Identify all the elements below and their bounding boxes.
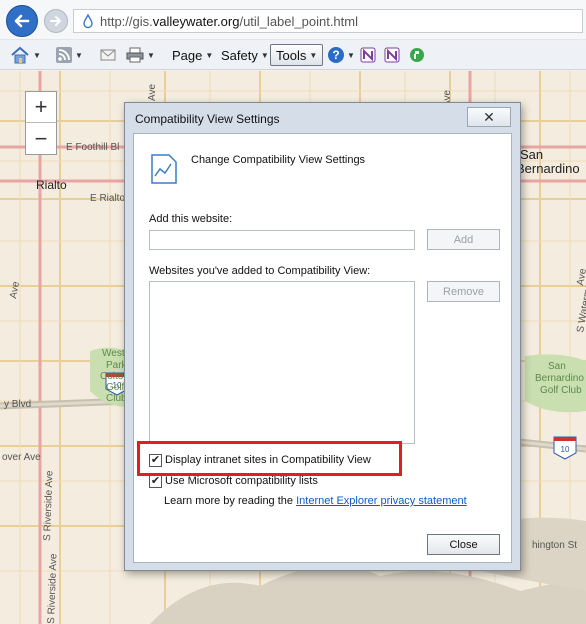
back-button[interactable] xyxy=(6,5,38,37)
safety-menu-label: Safety xyxy=(221,47,258,63)
map-label: Bernardino xyxy=(535,373,584,384)
annotation-highlight-box xyxy=(137,441,402,476)
zoom-out-button[interactable]: − xyxy=(26,123,56,154)
map-label: Golf xyxy=(106,382,125,393)
dialog-title: Compatibility View Settings xyxy=(135,112,280,126)
dialog-header-text: Change Compatibility View Settings xyxy=(191,154,366,166)
map-label: San xyxy=(520,147,543,162)
onenote-icon xyxy=(360,47,376,63)
compatibility-view-dialog: Compatibility View Settings ✕ Change Com… xyxy=(124,102,521,571)
tools-menu-label: Tools xyxy=(276,47,307,63)
map-label: over Ave xyxy=(2,452,41,463)
map-label: hington St xyxy=(532,540,577,551)
privacy-statement-link[interactable]: Internet Explorer privacy statement xyxy=(296,495,467,507)
chevron-down-icon: ▼ xyxy=(75,50,83,60)
forward-arrow-icon xyxy=(50,16,61,26)
map-label: E Foothill Bl xyxy=(66,142,119,153)
add-website-label: Add this website: xyxy=(149,213,233,225)
chevron-down-icon: ▼ xyxy=(205,50,214,60)
websites-list[interactable] xyxy=(149,281,415,444)
map-zoom-control: + − xyxy=(25,91,57,155)
onenote-linked-icon xyxy=(384,47,400,63)
url-host: http://gis. xyxy=(100,14,153,29)
map-label: y Blvd xyxy=(4,399,31,410)
chevron-down-icon: ▼ xyxy=(147,50,155,60)
print-button[interactable]: ▼ xyxy=(126,44,155,66)
map-label: S Riverside Ave xyxy=(42,470,55,541)
map-label: Rialto xyxy=(36,178,67,192)
close-button[interactable]: Close xyxy=(427,534,500,555)
map-label: Ave xyxy=(575,267,586,286)
onenote-button[interactable] xyxy=(360,44,376,66)
url-path: /util_label_point.html xyxy=(239,14,358,29)
add-button[interactable]: Add xyxy=(427,229,500,250)
checkmark-icon: ✔ xyxy=(150,475,161,487)
chevron-down-icon: ▼ xyxy=(260,50,269,60)
learn-more-prefix: Learn more by reading the xyxy=(164,495,297,507)
zoom-in-button[interactable]: + xyxy=(26,92,56,123)
tools-menu[interactable]: Tools ▼ xyxy=(270,44,324,66)
websites-list-label: Websites you've added to Compatibility V… xyxy=(149,265,371,277)
ms-lists-checkbox[interactable]: ✔ xyxy=(149,475,162,488)
page-menu[interactable]: Page ▼ xyxy=(172,44,213,66)
map-label: Bernardino xyxy=(516,161,580,176)
map-label: San xyxy=(548,361,566,372)
printer-icon xyxy=(126,47,144,63)
interstate-shield-icon: 10 xyxy=(553,436,577,460)
close-icon: ✕ xyxy=(483,108,495,125)
url-input[interactable]: http://gis.valleywater.org/util_label_po… xyxy=(73,9,583,33)
help-menu[interactable]: ? ▼ xyxy=(328,44,355,66)
read-mail-button[interactable] xyxy=(100,44,116,66)
command-bar: ▼ ▼ ▼ Page ▼ Safety ▼ Tools ▼ ? ▼ xyxy=(0,40,586,70)
chevron-down-icon: ▼ xyxy=(309,50,318,60)
mail-icon xyxy=(100,49,116,61)
onenote-linked-button[interactable] xyxy=(384,44,400,66)
rss-icon xyxy=(56,47,72,63)
back-arrow-icon xyxy=(14,14,30,28)
page-drop-icon xyxy=(83,14,93,29)
learn-more-text: Learn more by reading the Internet Explo… xyxy=(164,495,467,507)
ms-lists-checkbox-label[interactable]: Use Microsoft compatibility lists xyxy=(165,475,318,487)
compatibility-view-icon xyxy=(151,154,177,184)
url-domain: valleywater.org xyxy=(152,14,240,29)
home-icon xyxy=(11,46,29,64)
page-menu-label: Page xyxy=(172,47,203,63)
feeds-button[interactable]: ▼ xyxy=(56,44,83,66)
map-label: Golf Club xyxy=(540,385,582,396)
remove-button[interactable]: Remove xyxy=(427,281,500,302)
addon-button[interactable] xyxy=(409,44,425,66)
addon-icon xyxy=(410,48,424,62)
home-button[interactable]: ▼ xyxy=(10,44,41,66)
help-icon: ? xyxy=(328,47,344,63)
svg-text:10: 10 xyxy=(561,445,570,454)
dialog-body: Change Compatibility View Settings Add t… xyxy=(133,133,512,563)
map-label: Ave xyxy=(147,84,158,101)
chevron-down-icon: ▼ xyxy=(347,50,355,60)
map-label: S Riverside Ave xyxy=(46,553,59,624)
forward-button[interactable] xyxy=(44,9,68,33)
add-website-input[interactable] xyxy=(149,230,415,250)
map-label: West xyxy=(102,348,125,359)
url-text: http://gis.valleywater.org/util_label_po… xyxy=(100,14,358,29)
dialog-close-x-button[interactable]: ✕ xyxy=(467,107,511,127)
safety-menu[interactable]: Safety ▼ xyxy=(221,44,269,66)
chevron-down-icon: ▼ xyxy=(33,50,41,60)
address-bar-row: http://gis.valleywater.org/util_label_po… xyxy=(0,0,586,40)
